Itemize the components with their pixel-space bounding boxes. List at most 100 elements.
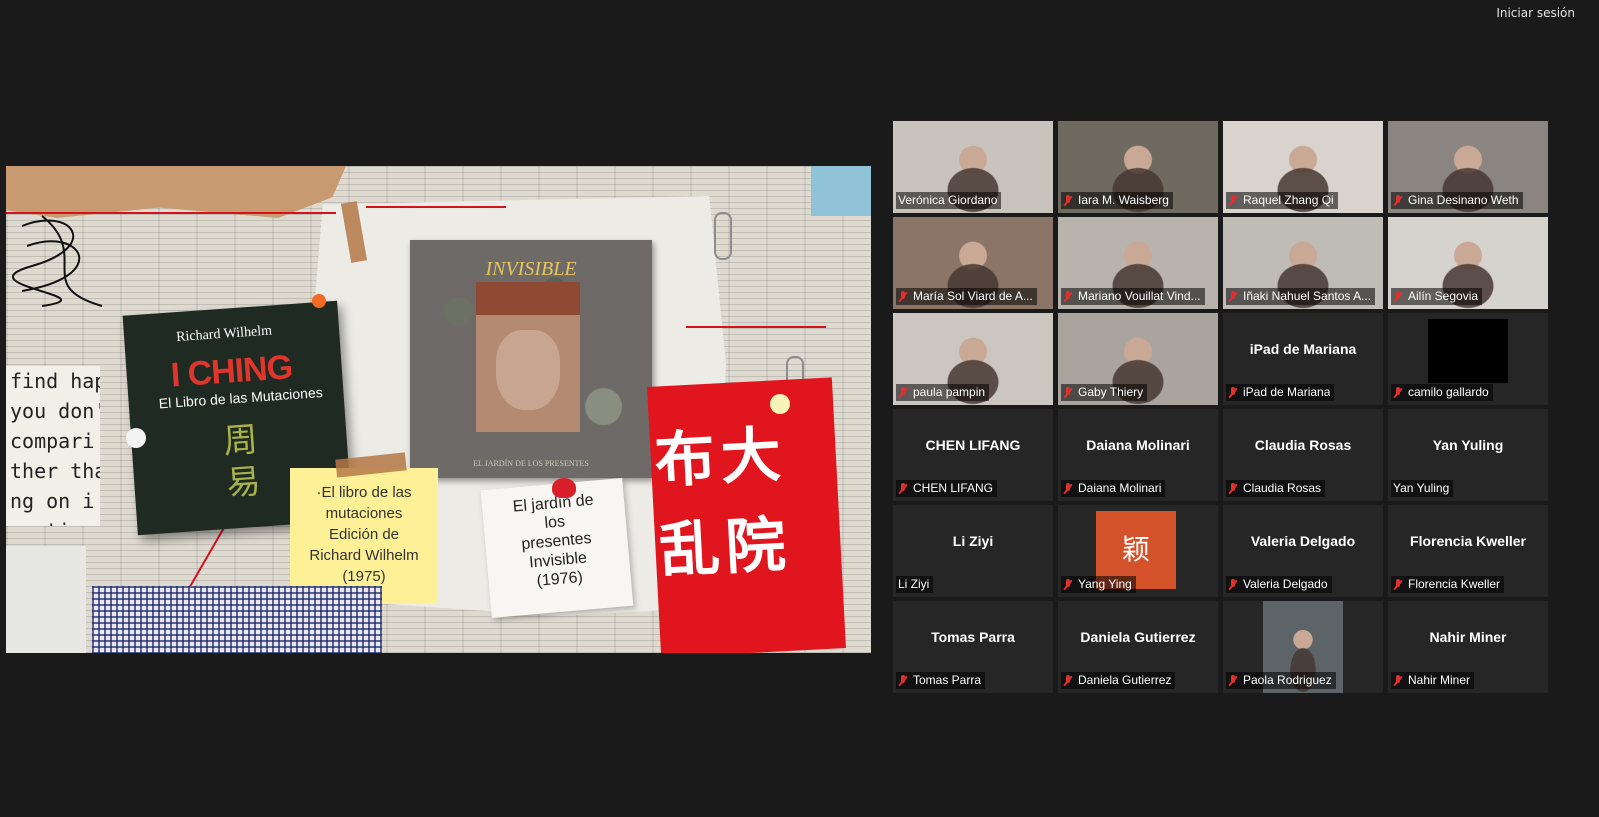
participant-tile[interactable]: Gaby Thiery	[1058, 313, 1218, 405]
participant-name: paula pampin	[913, 385, 986, 399]
participant-tile[interactable]: Verónica Giordano	[893, 121, 1053, 213]
participant-nameplate: Raquel Zhang Qi	[1226, 192, 1338, 209]
participant-tile[interactable]: Daniela Gutierrez Daniela Gutierrez	[1058, 601, 1218, 693]
mic-muted-icon	[1228, 482, 1238, 495]
shared-screen: find hap you don' compari ther tha ng on…	[6, 166, 871, 653]
participant-tile[interactable]: Raquel Zhang Qi	[1223, 121, 1383, 213]
mic-muted-icon	[898, 290, 908, 303]
mic-muted-icon	[1393, 386, 1403, 399]
participant-display-name: Claudia Rosas	[1254, 437, 1352, 453]
pushpin-icon	[312, 294, 326, 308]
participant-tile[interactable]: iPad de Mariana iPad de Mariana	[1223, 313, 1383, 405]
participant-name: Iara M. Waisberg	[1078, 193, 1169, 207]
pushpin-icon	[770, 394, 790, 414]
black-video-feed	[1428, 319, 1508, 383]
participant-name: camilo gallardo	[1408, 385, 1489, 399]
portrait-face	[476, 282, 580, 432]
mic-muted-icon	[898, 386, 908, 399]
participant-tile[interactable]: CHEN LIFANG CHEN LIFANG	[893, 409, 1053, 501]
participant-tile[interactable]: Iara M. Waisberg	[1058, 121, 1218, 213]
participant-tile[interactable]: camilo gallardo	[1388, 313, 1548, 405]
participant-display-name: Yan Yuling	[1432, 437, 1504, 453]
poster-char: 大	[719, 420, 785, 494]
mic-muted-icon	[1393, 194, 1403, 207]
participant-tile[interactable]: paula pampin	[893, 313, 1053, 405]
participant-tile[interactable]: Li Ziyi Li Ziyi	[893, 505, 1053, 597]
text-clipping: find hap you don' compari ther tha ng on…	[6, 366, 100, 526]
mic-muted-icon	[1393, 674, 1403, 687]
participant-name: Florencia Kweller	[1408, 577, 1501, 591]
poster-char: 布	[653, 423, 719, 497]
participant-name: Mariano Vouillat Vind...	[1078, 289, 1201, 303]
participant-tile[interactable]: Iñaki Nahuel Santos A...	[1223, 217, 1383, 309]
mic-muted-icon	[1228, 578, 1238, 591]
participant-nameplate: Gina Desinano Weth	[1391, 192, 1523, 209]
participant-name: Paola Rodriguez	[1243, 673, 1332, 687]
participant-nameplate: Yan Yuling	[1391, 480, 1454, 497]
participant-tile[interactable]: Gina Desinano Weth	[1388, 121, 1548, 213]
participant-nameplate: Nahir Miner	[1391, 672, 1475, 689]
participant-tile[interactable]: Ailín Segovia	[1388, 217, 1548, 309]
participant-name: Verónica Giordano	[898, 193, 998, 207]
participant-name: Gaby Thiery	[1078, 385, 1144, 399]
participant-display-name: Daiana Molinari	[1086, 437, 1190, 453]
participant-display-name: iPad de Mariana	[1249, 341, 1357, 357]
mic-muted-icon	[1228, 386, 1238, 399]
participant-name: CHEN LIFANG	[913, 481, 994, 495]
red-chinese-poster: 布 大 乱 院	[647, 377, 846, 653]
invisible-album-photo: INVISIBLE EL JARDÍN DE LOS PRESENTES	[410, 240, 652, 478]
participant-name: Raquel Zhang Qi	[1243, 193, 1334, 207]
participant-tile[interactable]: Valeria Delgado Valeria Delgado	[1223, 505, 1383, 597]
participant-nameplate: Paola Rodriguez	[1226, 672, 1336, 689]
sticky-note-yellow: ·El libro de las mutaciones Edición de R…	[290, 468, 438, 604]
sky-fragment	[811, 166, 871, 216]
participant-name: María Sol Viard de A...	[913, 289, 1033, 303]
participant-tile[interactable]: Nahir Miner Nahir Miner	[1388, 601, 1548, 693]
mic-muted-icon	[1063, 578, 1073, 591]
mic-muted-icon	[1063, 482, 1073, 495]
mic-muted-icon	[1063, 194, 1073, 207]
participant-nameplate: Ailín Segovia	[1391, 288, 1483, 305]
participant-display-name: Daniela Gutierrez	[1080, 629, 1196, 645]
participant-tile[interactable]: Daiana Molinari Daiana Molinari	[1058, 409, 1218, 501]
participant-tile[interactable]: María Sol Viard de A...	[893, 217, 1053, 309]
mic-muted-icon	[1393, 578, 1403, 591]
participant-tile[interactable]: Mariano Vouillat Vind...	[1058, 217, 1218, 309]
participant-tile[interactable]: Tomas Parra Tomas Parra	[893, 601, 1053, 693]
participant-name: Iñaki Nahuel Santos A...	[1243, 289, 1372, 303]
participant-nameplate: Gaby Thiery	[1061, 384, 1148, 401]
participant-tile[interactable]: Yan Yuling Yan Yuling	[1388, 409, 1548, 501]
mic-muted-icon	[898, 482, 908, 495]
participant-name: Claudia Rosas	[1243, 481, 1322, 495]
participant-name: iPad de Mariana	[1243, 385, 1331, 399]
note-card-white: El jardín de los presentes Invisible (19…	[480, 478, 634, 618]
participant-nameplate: María Sol Viard de A...	[896, 288, 1037, 305]
participant-name: Valeria Delgado	[1243, 577, 1328, 591]
participant-nameplate: iPad de Mariana	[1226, 384, 1335, 401]
sign-in-link[interactable]: Iniciar sesión	[1492, 4, 1579, 22]
participant-nameplate: Mariano Vouillat Vind...	[1061, 288, 1205, 305]
participant-display-name: Tomas Parra	[931, 629, 1015, 645]
participant-nameplate: camilo gallardo	[1391, 384, 1493, 401]
participant-display-name: CHEN LIFANG	[925, 437, 1021, 453]
participant-name: Daiana Molinari	[1078, 481, 1162, 495]
participant-nameplate: Daiana Molinari	[1061, 480, 1166, 497]
mic-muted-icon	[1228, 674, 1238, 687]
crumpled-paper	[6, 546, 86, 653]
note-line: (1975)	[342, 568, 386, 585]
participant-nameplate: Claudia Rosas	[1226, 480, 1326, 497]
participant-name: Nahir Miner	[1408, 673, 1471, 687]
participant-nameplate: Verónica Giordano	[896, 192, 1002, 209]
scribble-drawing	[12, 215, 103, 307]
mic-muted-icon	[1228, 290, 1238, 303]
participant-nameplate: Iñaki Nahuel Santos A...	[1226, 288, 1376, 305]
participant-tile[interactable]: Claudia Rosas Claudia Rosas	[1223, 409, 1383, 501]
participant-name: Li Ziyi	[898, 577, 930, 591]
participant-tile[interactable]: Paola Rodriguez	[1223, 601, 1383, 693]
participant-name: Daniela Gutierrez	[1078, 673, 1172, 687]
mic-muted-icon	[898, 674, 908, 687]
red-thread	[366, 206, 506, 208]
participant-tile[interactable]: Florencia Kweller Florencia Kweller	[1388, 505, 1548, 597]
mic-muted-icon	[1063, 674, 1073, 687]
participant-tile[interactable]: 颖 Yang Ying	[1058, 505, 1218, 597]
